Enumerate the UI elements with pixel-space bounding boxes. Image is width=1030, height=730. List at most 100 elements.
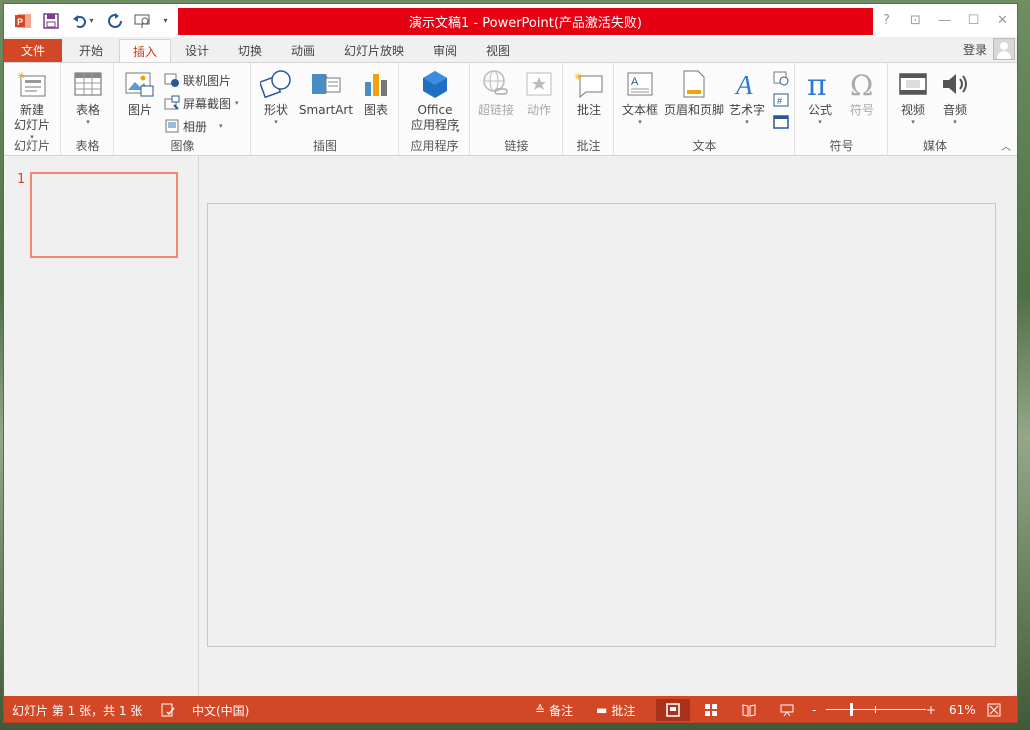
online-pictures-button[interactable]: 联机图片 bbox=[163, 69, 231, 91]
chevron-down-icon: ▾ bbox=[235, 99, 239, 107]
chart-button[interactable]: 图表 bbox=[358, 67, 394, 118]
ribbon-tabs: 文件 开始 插入 设计 切换 动画 幻灯片放映 审阅 视图 登录 bbox=[4, 37, 1017, 62]
textbox-button[interactable]: A 文本框 ▾ bbox=[620, 67, 660, 126]
equation-button[interactable]: π 公式 ▾ bbox=[802, 67, 838, 126]
chevron-down-icon: ▾ bbox=[86, 118, 90, 126]
login-link[interactable]: 登录 bbox=[963, 41, 987, 58]
normal-view-button[interactable] bbox=[656, 699, 690, 721]
notes-button[interactable]: ≙ 备注 bbox=[535, 696, 573, 722]
vertical-scrollbar[interactable] bbox=[999, 156, 1017, 696]
customize-qat-icon[interactable]: ▾ bbox=[158, 8, 172, 34]
undo-icon[interactable]: ▾ bbox=[66, 8, 100, 34]
table-button[interactable]: 表格 ▾ bbox=[70, 67, 106, 126]
save-icon[interactable] bbox=[38, 8, 64, 34]
collapse-ribbon-icon[interactable]: ︿ bbox=[1001, 138, 1011, 153]
spellcheck-icon[interactable] bbox=[161, 696, 175, 722]
tab-file[interactable]: 文件 bbox=[4, 39, 62, 62]
redo-icon[interactable] bbox=[102, 8, 128, 34]
group-comments: ✳ 批注 批注 bbox=[564, 63, 614, 155]
wordart-button[interactable]: A 艺术字 ▾ bbox=[728, 67, 766, 126]
comments-button[interactable]: ▬ 批注 bbox=[596, 696, 635, 722]
help-button[interactable]: ? bbox=[872, 7, 901, 35]
smartart-button[interactable]: SmartArt bbox=[298, 67, 354, 118]
screenshot-button[interactable]: 屏幕截图 ▾ bbox=[163, 92, 239, 114]
video-button[interactable]: 视频 ▾ bbox=[895, 67, 931, 126]
maximize-button[interactable]: ☐ bbox=[959, 7, 988, 35]
slideshow-view-button[interactable] bbox=[770, 699, 804, 721]
group-illustrations: 形状 ▾ SmartArt 图表 插图 bbox=[252, 63, 399, 155]
status-bar: 幻灯片 第 1 张，共 1 张 中文(中国) ≙ 备注 ▬ 批注 - + 61% bbox=[4, 696, 1017, 722]
chevron-down-icon: ▾ bbox=[456, 127, 460, 135]
tab-home[interactable]: 开始 bbox=[66, 39, 116, 62]
slide-sorter-view-button[interactable] bbox=[694, 699, 728, 721]
svg-text:A: A bbox=[631, 76, 639, 88]
slide-number-icon[interactable]: # bbox=[772, 91, 790, 109]
new-slide-button[interactable]: ✳ 新建 幻灯片 ▾ bbox=[9, 67, 55, 141]
zoom-slider-track[interactable] bbox=[826, 709, 926, 710]
new-comment-button[interactable]: ✳ 批注 bbox=[571, 67, 607, 118]
tab-design[interactable]: 设计 bbox=[172, 39, 222, 62]
group-links: 超链接 动作 链接 bbox=[471, 63, 563, 155]
tab-insert[interactable]: 插入 bbox=[119, 39, 172, 62]
audio-button[interactable]: 音频 ▾ bbox=[937, 67, 973, 126]
group-label-images: 图像 bbox=[170, 139, 195, 153]
film-icon bbox=[896, 67, 930, 101]
avatar[interactable] bbox=[993, 38, 1015, 60]
close-button[interactable]: ✕ bbox=[988, 7, 1017, 35]
photo-album-button[interactable]: 相册 ▾ bbox=[163, 115, 223, 137]
svg-text:✳: ✳ bbox=[17, 71, 25, 82]
group-slides: ✳ 新建 幻灯片 ▾ 幻灯片 bbox=[4, 63, 61, 155]
group-label-text: 文本 bbox=[692, 139, 717, 153]
reading-view-button[interactable] bbox=[732, 699, 766, 721]
symbol-button[interactable]: Ω 符号 bbox=[844, 67, 880, 118]
group-media: 视频 ▾ 音频 ▾ 媒体 bbox=[889, 63, 981, 155]
zoom-level[interactable]: 61% bbox=[949, 696, 976, 722]
date-time-icon[interactable] bbox=[772, 69, 790, 87]
quick-access-toolbar: P ▾ ▾ bbox=[4, 4, 174, 37]
slide-thumbnail[interactable] bbox=[30, 172, 178, 258]
video-label: 视频 bbox=[900, 103, 925, 117]
tab-review[interactable]: 审阅 bbox=[420, 39, 470, 62]
screenshot-label: 屏幕截图 bbox=[183, 96, 232, 111]
book-icon bbox=[742, 704, 756, 717]
powerpoint-app-icon[interactable]: P bbox=[10, 8, 36, 34]
tab-animations[interactable]: 动画 bbox=[278, 39, 328, 62]
group-label-symbols: 符号 bbox=[829, 139, 854, 153]
grid-icon bbox=[705, 704, 717, 716]
office-apps-button[interactable]: Office 应用程序 bbox=[405, 67, 465, 133]
language-indicator[interactable]: 中文(中国) bbox=[192, 696, 249, 722]
main-area: 1 bbox=[4, 156, 1017, 696]
group-label-apps: 应用程序 bbox=[410, 139, 459, 153]
group-label-comments: 批注 bbox=[576, 139, 601, 153]
zoom-in-button[interactable]: + bbox=[926, 696, 936, 722]
zoom-slider-thumb[interactable] bbox=[850, 703, 853, 716]
screenshot-icon bbox=[163, 94, 181, 112]
tab-view[interactable]: 视图 bbox=[473, 39, 523, 62]
action-button[interactable]: 动作 bbox=[521, 67, 557, 118]
presentation-start-icon[interactable] bbox=[130, 8, 156, 34]
chevron-down-icon: ▾ bbox=[745, 118, 749, 126]
fit-slide-icon[interactable] bbox=[987, 696, 1001, 722]
tab-transitions[interactable]: 切换 bbox=[225, 39, 275, 62]
minimize-button[interactable]: — bbox=[930, 7, 959, 35]
slide-editor bbox=[200, 156, 1017, 696]
ribbon-display-options-button[interactable]: ⊡ bbox=[901, 7, 930, 35]
office-apps-label: Office 应用程序 bbox=[410, 103, 459, 132]
shapes-button[interactable]: 形状 ▾ bbox=[258, 67, 294, 126]
pictures-button[interactable]: 图片 bbox=[123, 67, 157, 118]
wordart-label: 艺术字 bbox=[728, 103, 765, 117]
slide-canvas[interactable] bbox=[207, 203, 996, 647]
object-icon[interactable] bbox=[772, 113, 790, 131]
svg-text:Ω: Ω bbox=[850, 69, 873, 99]
hyperlink-icon bbox=[479, 67, 513, 101]
undo-dropdown-icon[interactable]: ▾ bbox=[89, 16, 93, 25]
header-footer-button[interactable]: 页眉和页脚 bbox=[663, 67, 725, 118]
hyperlink-button[interactable]: 超链接 bbox=[477, 67, 515, 118]
equation-label: 公式 bbox=[807, 103, 832, 117]
tab-slideshow[interactable]: 幻灯片放映 bbox=[331, 39, 417, 62]
zoom-out-button[interactable]: - bbox=[812, 696, 816, 722]
title-bar: P ▾ ▾ 演示文稿1 - PowerPoint(产品激活失败) ? ⊡ — ☐… bbox=[4, 4, 1017, 37]
zoom-slider-center-mark bbox=[875, 706, 876, 713]
slide-number: 1 bbox=[17, 172, 26, 187]
normal-view-icon bbox=[666, 703, 680, 717]
